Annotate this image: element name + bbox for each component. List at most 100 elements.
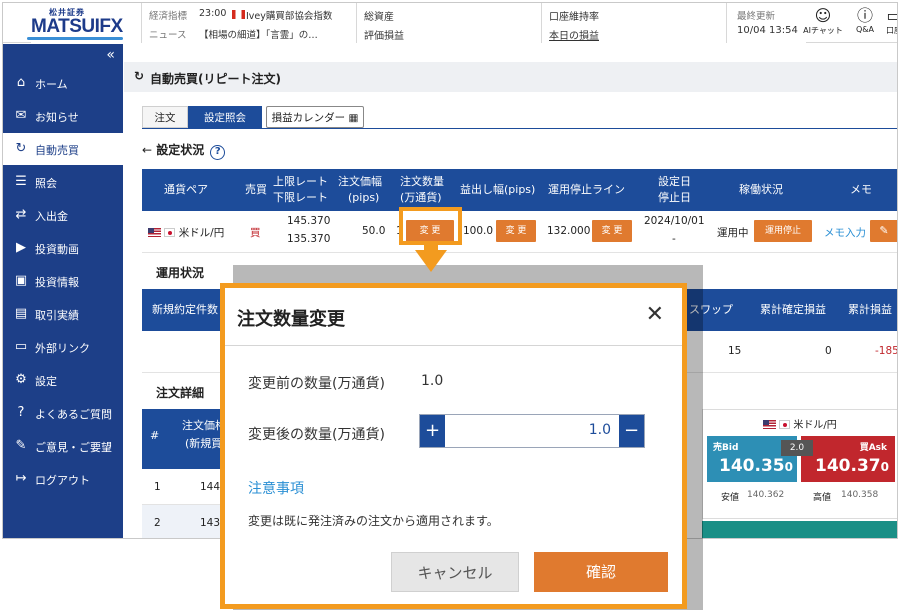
last-update-value: 10/04 13:54 (737, 25, 798, 36)
header-divider (141, 3, 142, 43)
sidebar-item-label: 照会 (35, 177, 57, 190)
header-divider (356, 3, 357, 43)
logo[interactable]: 松井証券 MATSUIFX (13, 7, 806, 512)
memo-edit-button[interactable]: ✎ (870, 220, 897, 242)
low-value: 140.362 (747, 490, 785, 500)
total-assets-label: 総資産 (364, 12, 394, 23)
memo-link[interactable]: メモ入力 (824, 225, 866, 240)
col-total: 累計損益 (848, 303, 892, 316)
notes-link[interactable]: 注意事項 (248, 478, 304, 498)
close-icon[interactable]: ✕ (646, 302, 664, 328)
sidebar-item-logout[interactable]: ↦ ログアウト (3, 463, 123, 495)
col-memo: メモ (850, 183, 872, 196)
econ-time: 23:00 (199, 8, 227, 19)
set-date-cell: 2024/10/01 (644, 215, 705, 227)
quantity-input[interactable]: 1.0 (448, 422, 611, 438)
sidebar-item-info[interactable]: ▣ 投資情報 (3, 265, 123, 297)
high-value: 140.358 (841, 490, 879, 500)
confirm-button[interactable]: 確認 (534, 552, 668, 592)
sidebar-item-faq[interactable]: ? よくあるご質問 (3, 397, 123, 429)
modal-header: 注文数量変更 ✕ (225, 288, 682, 346)
col-realized: 累計確定損益 (760, 303, 826, 316)
feedback-icon: ✎ (15, 438, 27, 453)
sidebar-item-videos[interactable]: ▶ 投資動画 (3, 232, 123, 264)
document-icon: ▤ (14, 306, 28, 321)
ask-price-main: 140.37 (815, 456, 881, 476)
promo-banner[interactable] (702, 521, 897, 538)
sidebar-item-label: 外部リンク (35, 342, 90, 355)
increment-button[interactable]: + (420, 415, 445, 447)
width-cell: 50.0 (362, 225, 386, 237)
sidebar-item-auto-trade[interactable]: ↻ 自動売買 (3, 133, 123, 165)
highlight-callout (399, 207, 462, 245)
notes-text: 変更は既に発注済みの注文から適用されます。 (248, 514, 499, 528)
realized-cell: 0 (825, 345, 832, 357)
qty-change-modal: 注文数量変更 ✕ 変更前の数量(万通貨) 1.0 変更後の数量(万通貨) + 1… (220, 283, 687, 609)
back-arrow-icon[interactable]: ← (142, 143, 152, 157)
col-count: 新規約定件数 (152, 303, 218, 316)
sidebar-item-feedback[interactable]: ✎ ご意見・ご要望 (3, 430, 123, 462)
collapse-icon[interactable]: « (106, 47, 115, 63)
header-divider (726, 3, 727, 43)
ask-price: 140.370 (815, 456, 889, 476)
help-icon[interactable]: ? (210, 145, 226, 160)
news-text[interactable]: 【相場の細道】「言霊」の… (199, 27, 318, 41)
tp-change-button[interactable]: 変 更 (496, 220, 536, 242)
detail-no: 2 (154, 517, 161, 529)
decrement-button[interactable]: − (619, 415, 644, 447)
tab-underline (142, 128, 897, 129)
margin-rate-label: 口座維持率 (549, 12, 599, 23)
logo-main-a: MATSUI (31, 16, 100, 37)
ask-price-tail: 0 (880, 460, 889, 474)
jp-flag-icon (164, 228, 176, 237)
help-icon: ? (17, 405, 25, 420)
sidebar-item-label: よくあるご質問 (35, 408, 112, 421)
cancel-button[interactable]: キャンセル (391, 552, 519, 592)
status-cell: 運用中 (717, 227, 749, 239)
sidebar-item-deposit[interactable]: ⇄ 入出金 (3, 199, 123, 231)
pair-label: 米ドル/円 (178, 227, 225, 239)
transfer-icon: ⇄ (15, 207, 27, 222)
col-upper: 上限レート (273, 175, 328, 188)
sidebar-item-notices[interactable]: ✉ お知らせ (3, 100, 123, 132)
col-stop-date: 停止日 (658, 191, 691, 204)
sidebar-item-settings[interactable]: ⚙ 設定 (3, 364, 123, 396)
us-flag-icon (148, 228, 161, 237)
sidebar-item-label: お知らせ (35, 111, 79, 124)
detail-table-header: # 注文価格 (新規買 (142, 409, 232, 469)
before-qty-label: 変更前の数量(万通貨) (248, 376, 385, 392)
tab-pl-calendar[interactable]: 損益カレンダー ▦ (266, 106, 364, 128)
gear-icon: ⚙ (15, 372, 27, 387)
stop-change-button[interactable]: 変 更 (592, 220, 632, 242)
detail-no: 1 (154, 481, 161, 493)
swap-cell: 15 (728, 345, 742, 357)
sidebar-item-links[interactable]: ▭ 外部リンク (3, 331, 123, 363)
sidebar-item-label: 自動売買 (35, 144, 79, 157)
high-label: 高値 (813, 493, 832, 503)
col-qty: 注文数量 (400, 175, 444, 188)
ai-chat-button[interactable]: ☺ AIチャット (803, 7, 843, 36)
ask-button[interactable]: 買Ask 140.370 (801, 436, 895, 482)
sidebar-item-inquiry[interactable]: ☰ 照会 (3, 166, 123, 198)
settings-heading: 設定状況 (156, 143, 205, 157)
today-pl-link[interactable]: 本日の損益 (549, 27, 599, 42)
stop-operation-button[interactable]: 運用停止 (754, 220, 812, 242)
logo-swoosh (27, 37, 123, 40)
col-pair: 通貨ペア (164, 183, 208, 196)
modal-title: 注文数量変更 (237, 309, 345, 330)
sidebar-item-home[interactable]: ⌂ ホーム (3, 67, 123, 99)
sidebar: « ⌂ ホーム ✉ お知らせ ↻ 自動売買 ☰ 照会 ⇄ 入出金 ▶ 投資動画 ▣ 投資情報 … (3, 44, 123, 538)
tab-order[interactable]: 注文 (142, 106, 188, 128)
account-button[interactable]: ▭ 口座 (879, 7, 897, 36)
stop-cell: 132.000 (547, 225, 591, 237)
canada-flag-icon (232, 10, 245, 19)
monitor-icon: ▭ (14, 339, 28, 354)
tab-settings-inquiry[interactable]: 設定照会 (188, 106, 262, 128)
unrealized-pl-label: 評価損益 (364, 31, 404, 42)
jp-flag-icon (779, 420, 791, 429)
qa-label: Q&A (855, 25, 874, 34)
sidebar-item-history[interactable]: ▤ 取引実績 (3, 298, 123, 330)
col-width-unit: (pips) (348, 191, 380, 204)
home-icon: ⌂ (16, 75, 26, 90)
econ-text[interactable]: Ivey購買部協会指数 (246, 8, 332, 22)
